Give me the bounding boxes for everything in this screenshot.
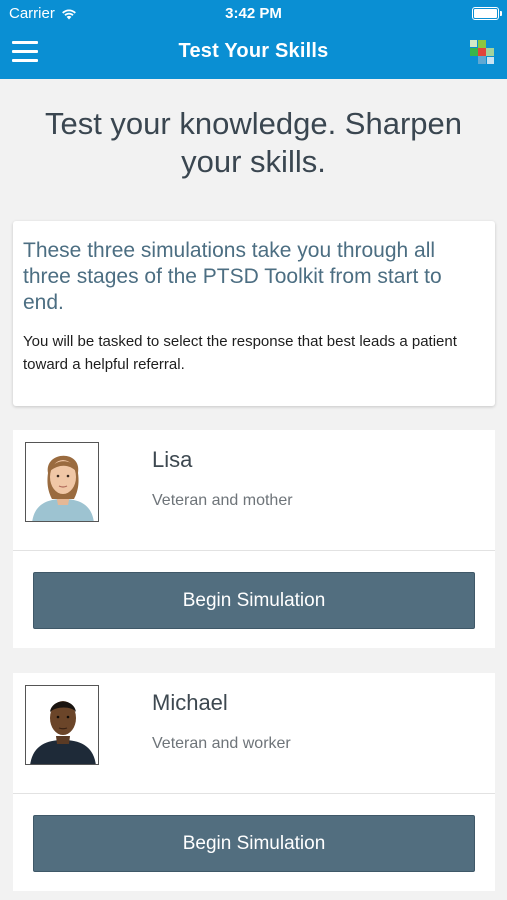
page-title: Test Your Skills bbox=[178, 40, 329, 62]
simulation-description: Veteran and worker bbox=[152, 735, 291, 752]
app-logo-icon[interactable] bbox=[470, 40, 494, 64]
battery-icon bbox=[472, 7, 502, 20]
simulation-card-lisa: Lisa Veteran and mother Begin Simulation bbox=[13, 430, 495, 648]
status-bar: Carrier 3:42 PM bbox=[0, 0, 507, 28]
status-time: 3:42 PM bbox=[225, 5, 282, 22]
simulation-header: Lisa Veteran and mother bbox=[13, 430, 495, 551]
michael-avatar bbox=[25, 685, 99, 765]
nav-bar: Test Your Skills bbox=[0, 28, 507, 79]
headline: Test your knowledge. Sharpen your skills… bbox=[44, 106, 463, 179]
simulation-card-michael: Michael Veteran and worker Begin Simulat… bbox=[13, 673, 495, 891]
simulation-name: Michael bbox=[152, 690, 228, 715]
lisa-avatar bbox=[25, 442, 99, 522]
intro-body: You will be tasked to select the respons… bbox=[23, 333, 457, 373]
intro-card: These three simulations take you through… bbox=[13, 221, 495, 406]
begin-simulation-button[interactable]: Begin Simulation bbox=[33, 815, 475, 872]
simulation-name: Lisa bbox=[152, 447, 193, 472]
simulation-description: Veteran and mother bbox=[152, 492, 293, 509]
main-content: Test your knowledge. Sharpen your skills… bbox=[0, 79, 507, 900]
intro-lead: These three simulations take you through… bbox=[23, 239, 442, 314]
simulation-header: Michael Veteran and worker bbox=[13, 673, 495, 794]
begin-simulation-button[interactable]: Begin Simulation bbox=[33, 572, 475, 629]
